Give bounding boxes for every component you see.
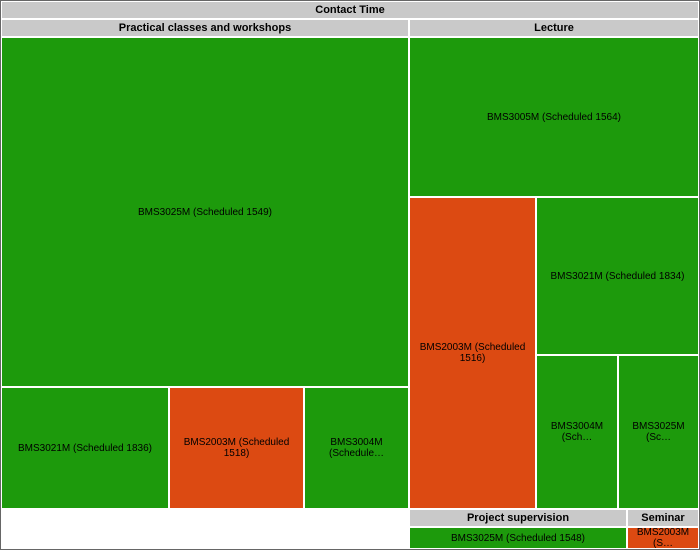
treemap-cell-practical-bms3025m[interactable]: BMS3025M (Scheduled 1549) <box>1 37 409 387</box>
treemap-cell-project-bms3025m[interactable]: BMS3025M (Scheduled 1548) <box>409 527 627 549</box>
category-header-practical[interactable]: Practical classes and workshops <box>1 19 409 37</box>
treemap-cell-lecture-bms3005m[interactable]: BMS3005M (Scheduled 1564) <box>409 37 699 197</box>
treemap-cell-lecture-bms2003m[interactable]: BMS2003M (Scheduled 1516) <box>409 197 536 509</box>
category-header-seminar[interactable]: Seminar <box>627 509 699 527</box>
category-header-lecture[interactable]: Lecture <box>409 19 699 37</box>
treemap-cell-lecture-bms3004m[interactable]: BMS3004M (Sch… <box>536 355 618 509</box>
treemap-cell-seminar-bms2003m[interactable]: BMS2003M (S… <box>627 527 699 549</box>
treemap-cell-lecture-bms3021m[interactable]: BMS3021M (Scheduled 1834) <box>536 197 699 355</box>
treemap-chart: Contact Time Practical classes and works… <box>0 0 700 550</box>
treemap-cell-practical-bms3021m[interactable]: BMS3021M (Scheduled 1836) <box>1 387 169 509</box>
treemap-cell-lecture-bms3025m[interactable]: BMS3025M (Sc… <box>618 355 699 509</box>
treemap-title: Contact Time <box>1 1 699 19</box>
treemap-cell-practical-bms2003m[interactable]: BMS2003M (Scheduled 1518) <box>169 387 304 509</box>
treemap-cell-practical-bms3004m[interactable]: BMS3004M (Schedule… <box>304 387 409 509</box>
category-header-project[interactable]: Project supervision <box>409 509 627 527</box>
